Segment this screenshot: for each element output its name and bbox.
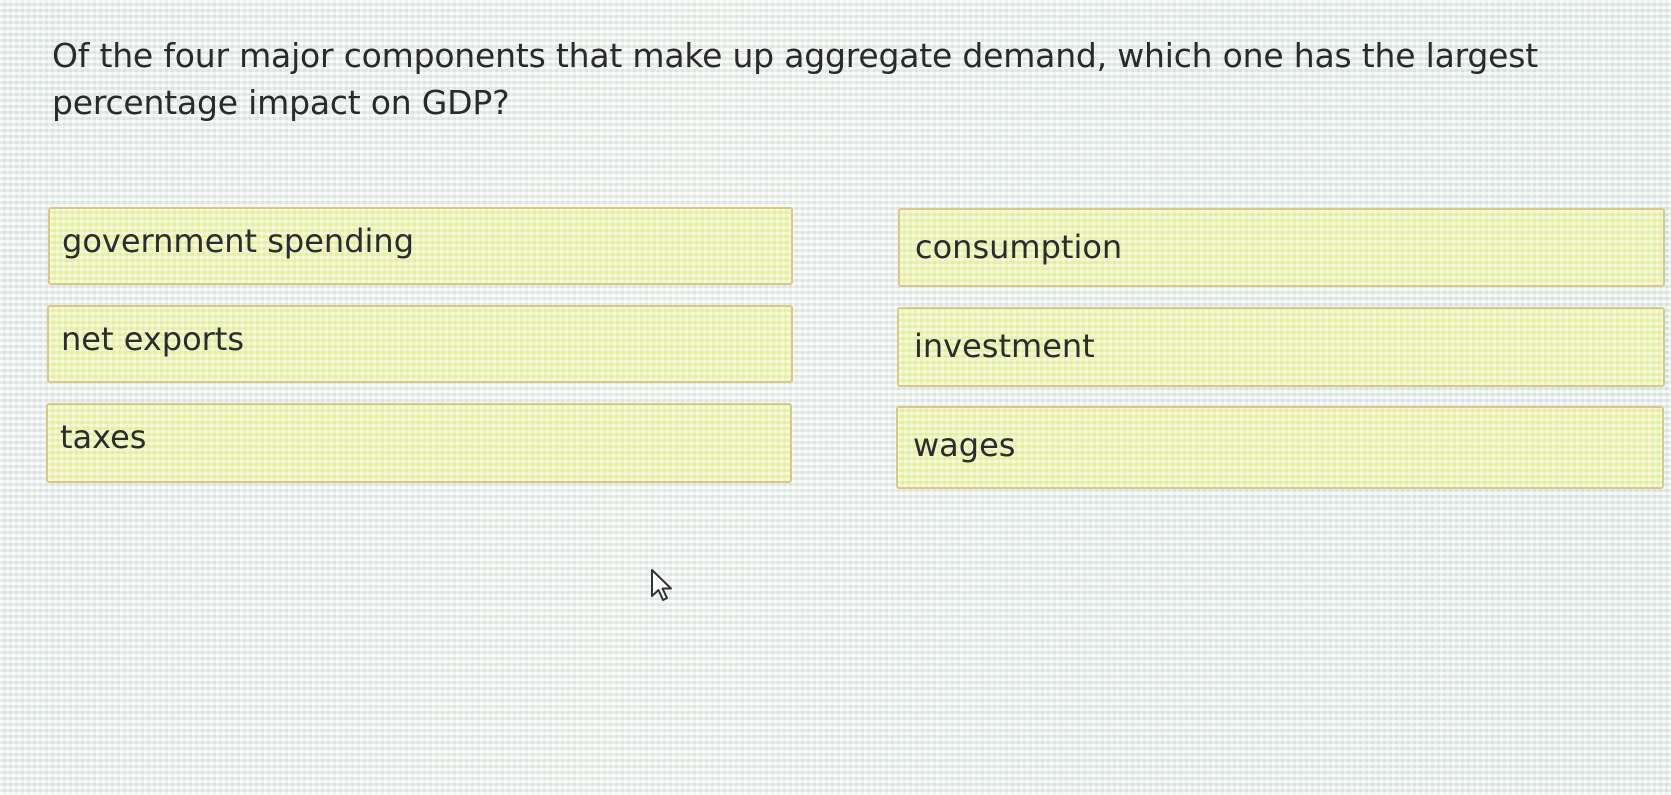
choice-net-exports[interactable]: net exports (47, 305, 793, 383)
choice-label: investment (914, 327, 1095, 365)
mouse-pointer-icon (650, 568, 676, 604)
choice-label: taxes (60, 418, 147, 456)
choice-label: wages (913, 426, 1016, 464)
choice-wages[interactable]: wages (896, 406, 1664, 489)
choice-label: consumption (915, 228, 1123, 266)
choice-label: government spending (62, 222, 414, 260)
choice-taxes[interactable]: taxes (46, 403, 792, 483)
choice-label: net exports (61, 320, 245, 358)
question-text: Of the four major components that make u… (52, 36, 1538, 122)
choice-government-spending[interactable]: government spending (48, 207, 793, 285)
choice-investment[interactable]: investment (897, 307, 1665, 387)
choice-consumption[interactable]: consumption (898, 208, 1665, 287)
